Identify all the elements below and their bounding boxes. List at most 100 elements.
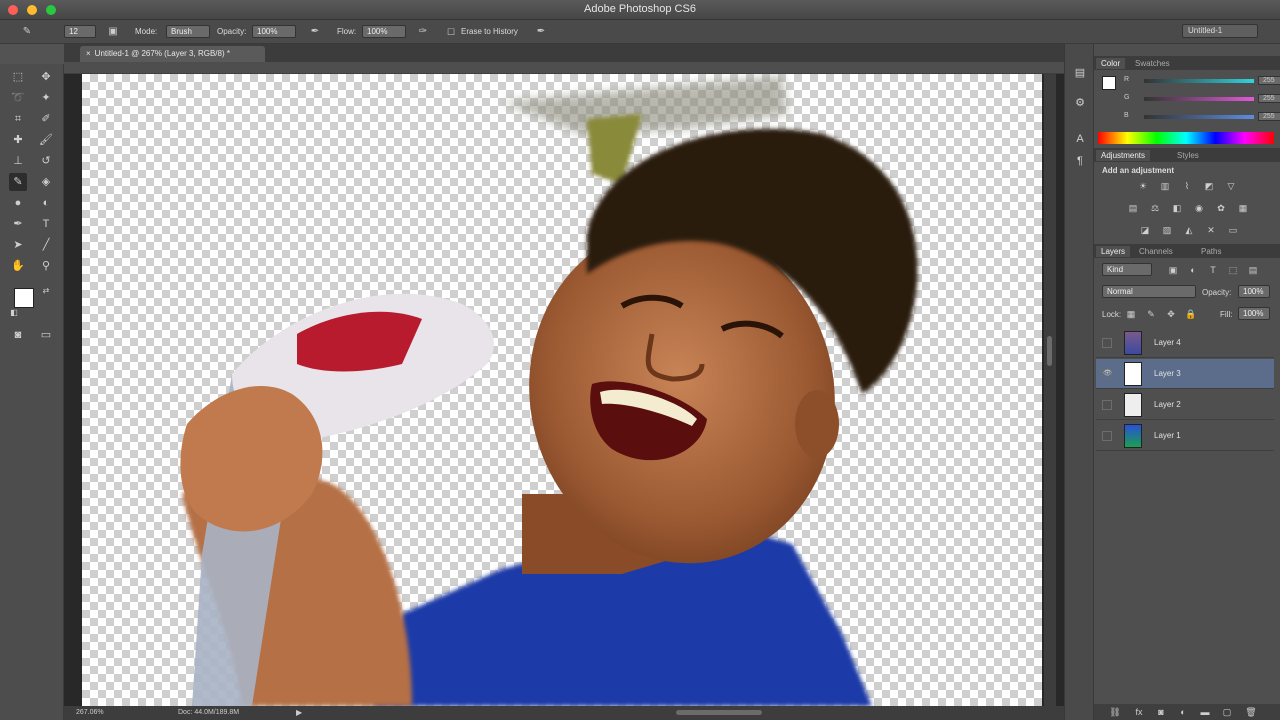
filter-pixel-icon[interactable]: ▣ bbox=[1166, 264, 1180, 276]
brightness-adjustment-icon[interactable]: ☀ bbox=[1136, 180, 1150, 192]
blur-tool-icon[interactable]: ● bbox=[9, 194, 27, 212]
layer-row-layer-2[interactable]: Layer 2 bbox=[1096, 390, 1274, 420]
lasso-tool-icon[interactable]: ➰ bbox=[9, 89, 27, 107]
color-lookup-adjustment-icon[interactable]: ▦ bbox=[1236, 202, 1250, 214]
filter-type-icon[interactable]: T bbox=[1206, 264, 1220, 276]
layer-name[interactable]: Layer 1 bbox=[1154, 431, 1181, 440]
tab-channels[interactable]: Channels bbox=[1134, 246, 1178, 257]
blend-mode-select[interactable]: Normal bbox=[1102, 285, 1196, 298]
green-channel-slider[interactable]: G 255 bbox=[1124, 94, 1280, 104]
pressure-size-icon[interactable]: ✒ bbox=[534, 25, 548, 39]
tab-color[interactable]: Color bbox=[1096, 58, 1126, 69]
crop-tool-icon[interactable]: ⌗ bbox=[9, 110, 27, 128]
clone-stamp-tool-icon[interactable]: ⊥ bbox=[9, 152, 27, 170]
lock-all-icon[interactable]: 🔒 bbox=[1184, 308, 1198, 320]
color-panel-foreground-swatch[interactable] bbox=[1102, 76, 1116, 90]
vibrance-adjustment-icon[interactable]: ▽ bbox=[1224, 180, 1238, 192]
color-balance-adjustment-icon[interactable]: ⚖ bbox=[1148, 202, 1162, 214]
eraser-tool-icon[interactable]: ✎ bbox=[9, 173, 27, 191]
visibility-toggle[interactable]: 👁 bbox=[1102, 369, 1112, 379]
document-size[interactable]: Doc: 44.0M/189.8M bbox=[178, 709, 239, 716]
character-panel-icon[interactable]: A bbox=[1071, 130, 1089, 148]
pen-tool-icon[interactable]: ✒ bbox=[9, 215, 27, 233]
quick-mask-icon[interactable]: ◙ bbox=[9, 326, 27, 344]
brush-size-picker[interactable]: 12 bbox=[64, 25, 96, 38]
tab-paths[interactable]: Paths bbox=[1196, 246, 1226, 257]
path-selection-tool-icon[interactable]: ➤ bbox=[9, 236, 27, 254]
horizontal-scroll-thumb[interactable] bbox=[676, 710, 762, 715]
paint-bucket-tool-icon[interactable]: ◈ bbox=[37, 173, 55, 191]
erase-to-history-checkbox[interactable]: ☐ bbox=[444, 25, 458, 39]
color-spectrum-ramp[interactable] bbox=[1098, 132, 1274, 144]
layer-style-icon[interactable]: fx bbox=[1132, 706, 1146, 718]
line-tool-icon[interactable]: ╱ bbox=[37, 236, 55, 254]
filter-shape-icon[interactable]: ⬚ bbox=[1226, 264, 1240, 276]
properties-panel-icon[interactable]: ⚙ bbox=[1071, 94, 1089, 112]
blue-channel-slider[interactable]: B 255 bbox=[1124, 112, 1280, 122]
link-layers-icon[interactable]: ⛓ bbox=[1108, 706, 1122, 718]
layer-row-layer-1[interactable]: Layer 1 bbox=[1096, 421, 1274, 451]
layer-row-layer-3[interactable]: 👁 Layer 3 bbox=[1096, 359, 1274, 389]
blue-channel-bar[interactable] bbox=[1144, 115, 1254, 119]
fill-field[interactable]: 100% bbox=[1238, 307, 1270, 320]
tab-adjustments[interactable]: Adjustments bbox=[1096, 150, 1151, 161]
hand-tool-icon[interactable]: ✋ bbox=[9, 257, 27, 275]
tab-layers[interactable]: Layers bbox=[1096, 246, 1131, 257]
photo-filter-adjustment-icon[interactable]: ◉ bbox=[1192, 202, 1206, 214]
swap-colors-icon[interactable]: ⇄ bbox=[37, 282, 55, 300]
airbrush-icon[interactable]: ✑ bbox=[416, 25, 430, 39]
delete-layer-icon[interactable]: 🗑 bbox=[1244, 706, 1258, 718]
layer-filter-kind-select[interactable]: Kind bbox=[1102, 263, 1152, 276]
document-tab-close-icon[interactable]: × bbox=[86, 49, 91, 58]
paragraph-panel-icon[interactable]: ¶ bbox=[1071, 152, 1089, 170]
exposure-adjustment-icon[interactable]: ◩ bbox=[1202, 180, 1216, 192]
green-channel-bar[interactable] bbox=[1144, 97, 1254, 101]
brush-panel-toggle-icon[interactable]: ▣ bbox=[106, 25, 120, 39]
workspace-select[interactable]: Untitled-1 bbox=[1182, 24, 1258, 38]
red-channel-bar[interactable] bbox=[1144, 79, 1254, 83]
invert-adjustment-icon[interactable]: ◪ bbox=[1138, 224, 1152, 236]
posterize-adjustment-icon[interactable]: ▨ bbox=[1160, 224, 1174, 236]
lock-position-icon[interactable]: ✥ bbox=[1164, 308, 1178, 320]
history-panel-icon[interactable]: ▤ bbox=[1071, 64, 1089, 82]
curves-adjustment-icon[interactable]: ⌇ bbox=[1180, 180, 1194, 192]
black-white-adjustment-icon[interactable]: ◧ bbox=[1170, 202, 1184, 214]
layer-name[interactable]: Layer 2 bbox=[1154, 400, 1181, 409]
eyedropper-tool-icon[interactable]: ✐ bbox=[37, 110, 55, 128]
channel-mixer-adjustment-icon[interactable]: ✿ bbox=[1214, 202, 1228, 214]
tab-styles[interactable]: Styles bbox=[1172, 150, 1204, 161]
blue-channel-value[interactable]: 255 bbox=[1258, 112, 1280, 121]
move-tool-icon[interactable]: ✥ bbox=[37, 68, 55, 86]
default-colors-icon[interactable]: ◧ bbox=[5, 304, 23, 322]
opacity-field[interactable]: 100% bbox=[252, 25, 296, 38]
new-group-icon[interactable]: ▬ bbox=[1198, 706, 1212, 718]
zoom-tool-icon[interactable]: ⚲ bbox=[37, 257, 55, 275]
pressure-opacity-icon[interactable]: ✒ bbox=[308, 25, 322, 39]
eraser-tool-preset-icon[interactable]: ✎ bbox=[20, 25, 34, 39]
zoom-level[interactable]: 267.06% bbox=[76, 709, 104, 716]
type-tool-icon[interactable]: T bbox=[37, 215, 55, 233]
layer-name[interactable]: Layer 3 bbox=[1154, 369, 1181, 378]
layer-name[interactable]: Layer 4 bbox=[1154, 338, 1181, 347]
add-mask-icon[interactable]: ◙ bbox=[1154, 706, 1168, 718]
lock-transparent-icon[interactable]: ▦ bbox=[1124, 308, 1138, 320]
screen-mode-icon[interactable]: ▭ bbox=[37, 326, 55, 344]
tab-swatches[interactable]: Swatches bbox=[1130, 58, 1175, 69]
filter-adjustment-icon[interactable]: ◐ bbox=[1186, 264, 1200, 276]
visibility-toggle[interactable] bbox=[1102, 338, 1112, 348]
layer-opacity-field[interactable]: 100% bbox=[1238, 285, 1270, 298]
hue-saturation-adjustment-icon[interactable]: ▤ bbox=[1126, 202, 1140, 214]
visibility-toggle[interactable] bbox=[1102, 400, 1112, 410]
flow-field[interactable]: 100% bbox=[362, 25, 406, 38]
filter-smart-object-icon[interactable]: ▤ bbox=[1246, 264, 1260, 276]
green-channel-value[interactable]: 255 bbox=[1258, 94, 1280, 103]
healing-brush-tool-icon[interactable]: ✚ bbox=[9, 131, 27, 149]
vertical-scroll-thumb[interactable] bbox=[1047, 336, 1052, 366]
threshold-adjustment-icon[interactable]: ◭ bbox=[1182, 224, 1196, 236]
red-channel-slider[interactable]: R 255 bbox=[1124, 76, 1280, 86]
vertical-scrollbar[interactable] bbox=[1044, 74, 1056, 706]
document-canvas[interactable] bbox=[82, 74, 1042, 706]
history-brush-tool-icon[interactable]: ↺ bbox=[37, 152, 55, 170]
brush-tool-icon[interactable]: 🖌 bbox=[37, 131, 55, 149]
lock-image-icon[interactable]: ✎ bbox=[1144, 308, 1158, 320]
